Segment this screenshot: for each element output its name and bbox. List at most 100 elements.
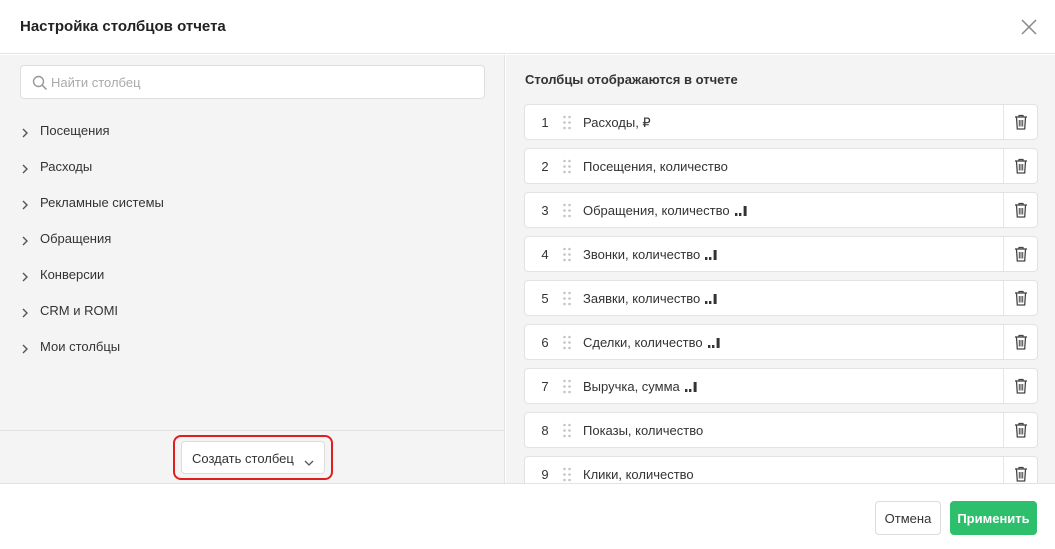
apply-button[interactable]: Применить <box>950 501 1037 535</box>
chevron-right-icon <box>20 306 30 318</box>
trash-icon <box>1015 290 1027 306</box>
category-label: Рекламные системы <box>40 195 164 210</box>
chevron-right-icon <box>20 126 30 138</box>
drag-handle-icon[interactable] <box>562 467 572 482</box>
column-name: Заявки, количество <box>583 291 717 306</box>
column-name-text: Показы, количество <box>583 423 704 438</box>
column-name: Показы, количество <box>583 423 703 438</box>
category-item-crm-romi[interactable]: CRM и ROMI <box>0 299 505 335</box>
category-item-conversions[interactable]: Конверсии <box>0 263 505 299</box>
available-columns-panel: Посещения Расходы Рекламные системы Обра… <box>0 55 505 483</box>
column-index: 2 <box>541 159 549 174</box>
bar-chart-icon <box>684 380 697 392</box>
column-index: 1 <box>541 115 549 130</box>
category-label: Конверсии <box>40 267 105 282</box>
category-item-requests[interactable]: Обращения <box>0 227 505 263</box>
trash-icon <box>1015 422 1027 438</box>
dialog-footer: Отмена Применить <box>0 483 1055 549</box>
category-item-visits[interactable]: Посещения <box>0 119 505 155</box>
selected-columns-panel: Столбцы отображаются в отчете 1 Расходы, … <box>506 55 1055 483</box>
category-label: Посещения <box>40 123 110 138</box>
column-name: Выручка, сумма <box>583 379 697 394</box>
column-name: Посещения, количество <box>583 159 728 174</box>
selected-column-row[interactable]: 1 Расходы, ₽ <box>524 104 1038 140</box>
category-label: Обращения <box>40 231 112 246</box>
column-name-text: Обращения, количество <box>583 203 730 218</box>
column-name-text: Клики, количество <box>583 467 694 482</box>
bar-chart-icon <box>705 292 717 304</box>
chevron-right-icon <box>20 198 30 210</box>
column-name-text: Выручка, сумма <box>583 379 680 394</box>
category-label: CRM и ROMI <box>40 303 119 318</box>
selected-column-row[interactable]: 8 Показы, количество <box>524 412 1038 448</box>
drag-handle-icon[interactable] <box>562 247 572 262</box>
column-index: 9 <box>541 467 549 482</box>
chevron-down-icon <box>304 454 314 466</box>
column-name: Расходы, ₽ <box>583 115 651 131</box>
column-name-text: Расходы, ₽ <box>583 115 651 130</box>
trash-icon <box>1015 202 1027 218</box>
drag-handle-icon[interactable] <box>562 159 572 174</box>
chevron-right-icon <box>20 342 30 354</box>
category-label: Расходы <box>40 159 93 174</box>
drag-handle-icon[interactable] <box>562 335 572 350</box>
column-index: 8 <box>541 423 549 438</box>
drag-handle-icon[interactable] <box>562 379 572 394</box>
selected-column-row[interactable]: 9 Клики, количество <box>524 456 1038 483</box>
column-index: 3 <box>541 203 549 218</box>
delete-column-button[interactable] <box>1003 457 1038 483</box>
drag-handle-icon[interactable] <box>562 115 572 130</box>
selected-column-row[interactable]: 3 Обращения, количество <box>524 192 1038 228</box>
chevron-right-icon <box>20 162 30 174</box>
trash-icon <box>1015 334 1027 350</box>
drag-handle-icon[interactable] <box>562 291 572 306</box>
trash-icon <box>1015 114 1027 130</box>
create-column-button[interactable]: Создать столбец <box>181 441 325 474</box>
column-index: 4 <box>541 247 549 262</box>
category-label: Мои столбцы <box>40 339 121 354</box>
trash-icon <box>1015 378 1027 394</box>
selected-column-row[interactable]: 5 Заявки, количество <box>524 280 1038 316</box>
left-panel-footer: Создать столбец <box>0 430 504 483</box>
column-name-text: Посещения, количество <box>583 159 728 174</box>
dialog-title: Настройка столбцов отчета <box>20 18 226 35</box>
close-icon[interactable] <box>1018 16 1040 38</box>
delete-column-button[interactable] <box>1003 413 1038 447</box>
column-index: 6 <box>541 335 549 350</box>
selected-columns-heading: Столбцы отображаются в отчете <box>525 72 738 87</box>
cancel-button[interactable]: Отмена <box>875 501 941 535</box>
selected-column-row[interactable]: 7 Выручка, сумма <box>524 368 1038 404</box>
trash-icon <box>1015 158 1027 174</box>
trash-icon <box>1015 466 1027 482</box>
category-item-ad-systems[interactable]: Рекламные системы <box>0 191 505 227</box>
drag-handle-icon[interactable] <box>562 203 572 218</box>
search-box <box>20 65 485 99</box>
delete-column-button[interactable] <box>1003 105 1038 139</box>
drag-handle-icon[interactable] <box>562 423 572 438</box>
delete-column-button[interactable] <box>1003 325 1038 359</box>
selected-column-row[interactable]: 6 Сделки, количество <box>524 324 1038 360</box>
bar-chart-icon <box>707 336 720 348</box>
column-name: Сделки, количество <box>583 335 720 350</box>
delete-column-button[interactable] <box>1003 281 1038 315</box>
column-index: 5 <box>541 291 549 306</box>
delete-column-button[interactable] <box>1003 237 1038 271</box>
delete-column-button[interactable] <box>1003 193 1038 227</box>
column-index: 7 <box>541 379 549 394</box>
selected-column-row[interactable]: 2 Посещения, количество <box>524 148 1038 184</box>
delete-column-button[interactable] <box>1003 149 1038 183</box>
category-item-my-columns[interactable]: Мои столбцы <box>0 335 505 371</box>
column-name: Клики, количество <box>583 467 694 482</box>
chevron-right-icon <box>20 270 30 282</box>
bar-chart-icon <box>705 248 717 260</box>
search-input[interactable] <box>51 66 481 98</box>
delete-column-button[interactable] <box>1003 369 1038 403</box>
column-name: Обращения, количество <box>583 203 747 218</box>
chevron-right-icon <box>20 234 30 246</box>
create-column-label: Создать столбец <box>192 451 294 466</box>
category-item-expenses[interactable]: Расходы <box>0 155 505 191</box>
column-name: Звонки, количество <box>583 247 717 262</box>
selected-column-row[interactable]: 4 Звонки, количество <box>524 236 1038 272</box>
trash-icon <box>1015 246 1027 262</box>
bar-chart-icon <box>734 204 747 216</box>
